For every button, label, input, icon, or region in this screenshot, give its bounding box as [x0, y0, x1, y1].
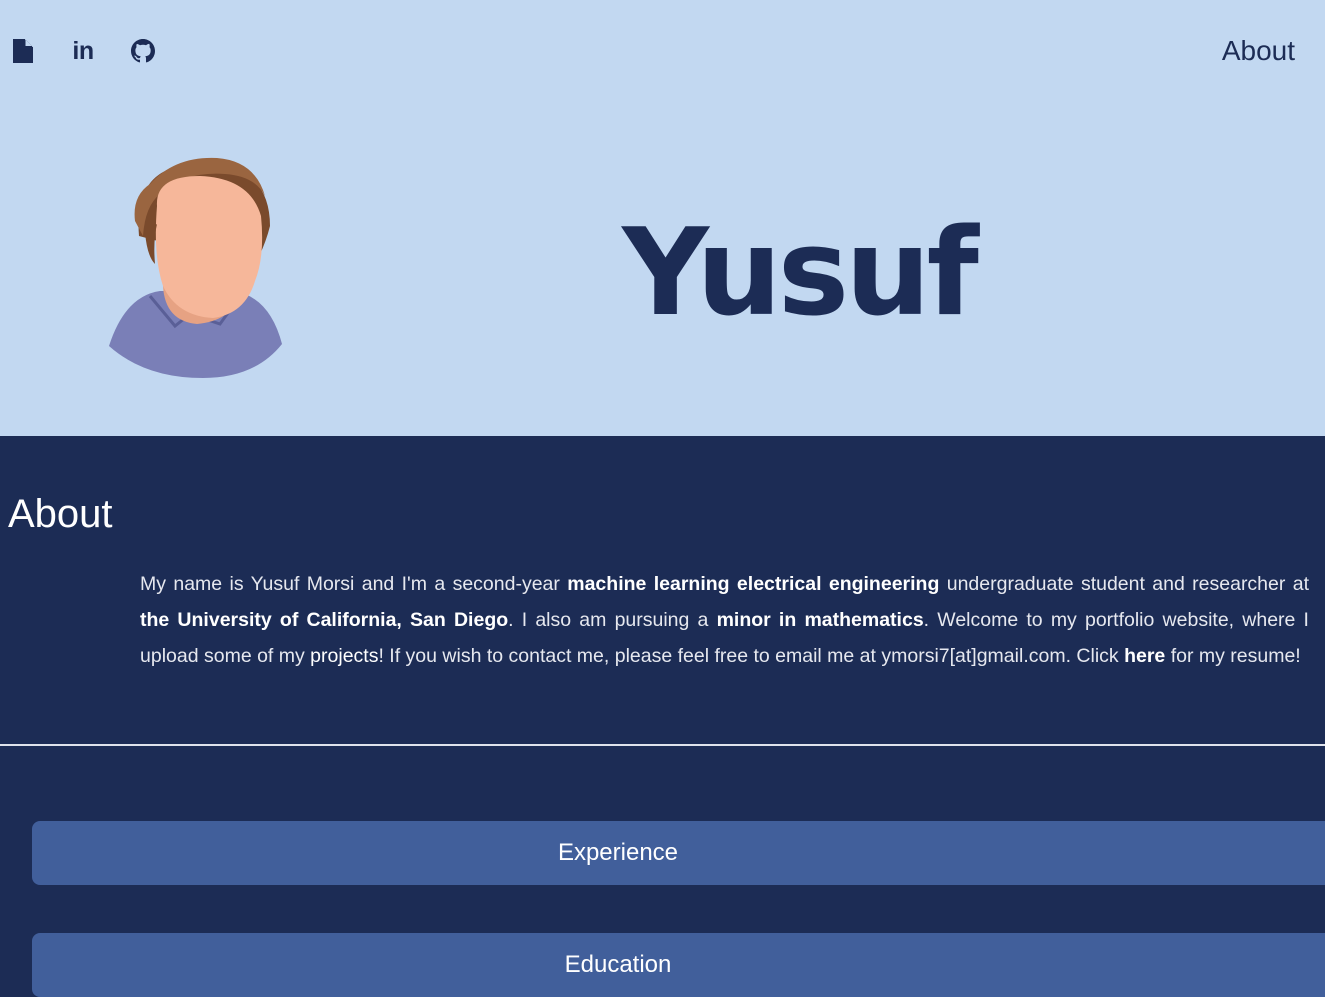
projects-link[interactable]: projects	[310, 645, 378, 667]
about-bold-minor: minor in mathematics	[716, 609, 924, 631]
about-text-6: for my resume!	[1165, 645, 1301, 667]
resume-here-link[interactable]: here	[1124, 645, 1165, 667]
about-heading: About	[8, 492, 113, 536]
resume-file-icon[interactable]	[8, 36, 38, 66]
section-divider	[0, 744, 1325, 746]
nav-about-link[interactable]: About	[1222, 35, 1295, 67]
github-icon[interactable]	[128, 36, 158, 66]
about-text-2: undergraduate student and researcher at	[939, 573, 1309, 595]
hero-name: Yusuf	[622, 204, 979, 343]
linkedin-icon-text: in	[72, 36, 94, 65]
header: in About Yusuf	[0, 0, 1325, 436]
about-text-1: My name is Yusuf Morsi and I'm a second-…	[140, 573, 568, 595]
experience-accordion-button[interactable]: Experience	[32, 821, 1325, 885]
about-text-3: . I also am pursuing a	[508, 609, 717, 631]
resume-here-label: here	[1124, 645, 1166, 667]
about-bold-university: the University of California, San Diego	[140, 609, 509, 631]
about-bold-major: machine learning electrical engineering	[567, 573, 940, 595]
education-accordion-button[interactable]: Education	[32, 933, 1325, 997]
about-text-5: ! If you wish to contact me, please feel…	[378, 645, 1125, 667]
social-links: in	[8, 36, 158, 66]
experience-label: Experience	[557, 839, 679, 866]
education-label: Education	[564, 951, 672, 978]
about-paragraph: My name is Yusuf Morsi and I'm a second-…	[140, 566, 1309, 674]
linkedin-icon[interactable]: in	[68, 36, 98, 66]
